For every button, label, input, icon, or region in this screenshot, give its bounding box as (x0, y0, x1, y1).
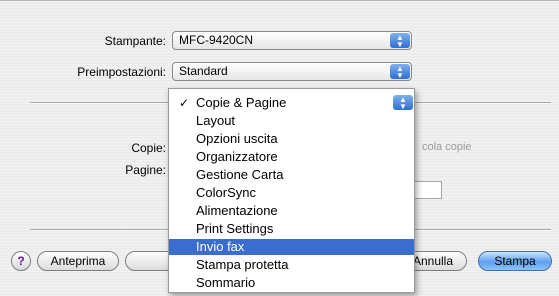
updown-arrows-icon: ▲ ▼ (390, 33, 410, 49)
menu-item-colorsync[interactable]: ColorSync (169, 185, 414, 201)
menu-item-sommario[interactable]: Sommario (169, 275, 414, 291)
menu-item-stampa-protetta[interactable]: Stampa protetta (169, 257, 414, 273)
menu-item-label: Alimentazione (196, 203, 278, 218)
menu-item-alimentazione[interactable]: Alimentazione (169, 203, 414, 219)
preview-button[interactable]: Anteprima (37, 251, 119, 271)
copies-label: Copie: (131, 141, 166, 155)
menu-item-label: Invio fax (196, 239, 245, 254)
menu-item-label: Opzioni uscita (196, 131, 278, 146)
menu-item-label: Gestione Carta (196, 167, 284, 182)
menu-item-label: Sommario (196, 275, 256, 290)
printer-label: Stampante: (104, 34, 166, 48)
updown-arrows-icon: ▲ ▼ (390, 64, 410, 80)
presets-label: Preimpostazioni: (77, 65, 166, 79)
updown-arrows-icon: ▲ ▼ (393, 95, 413, 111)
menu-item-opzioni-uscita[interactable]: Opzioni uscita (169, 131, 414, 147)
menu-item-copie-pagine[interactable]: ✓ Copie & Pagine (169, 95, 414, 111)
panel-popup-menu: ✓ Copie & Pagine Layout Opzioni uscita O… (168, 88, 415, 293)
menu-item-layout[interactable]: Layout (169, 113, 414, 129)
print-button[interactable]: Stampa (478, 251, 552, 271)
menu-item-organizzatore[interactable]: Organizzatore (169, 149, 414, 165)
separator-right (415, 102, 551, 104)
menu-item-invio-fax[interactable]: Invio fax (169, 239, 414, 255)
presets-popup[interactable]: Standard ▲ ▼ (172, 62, 412, 81)
menu-item-label: Stampa protetta (196, 257, 289, 272)
menu-item-label: Print Settings (196, 221, 274, 236)
pages-label: Pagine: (125, 163, 166, 177)
help-button[interactable]: ? (11, 251, 31, 271)
printer-popup-value: MFC-9420CN (179, 33, 254, 47)
menu-item-gestione-carta[interactable]: Gestione Carta (169, 167, 414, 183)
separator-left (30, 102, 168, 104)
menu-item-label: Organizzatore (196, 149, 278, 164)
menu-item-label: Copie & Pagine (196, 95, 287, 110)
checkmark-icon: ✓ (179, 96, 190, 110)
menu-item-label: ColorSync (196, 185, 256, 200)
menu-item-label: Layout (196, 113, 236, 128)
printer-popup[interactable]: MFC-9420CN ▲ ▼ (172, 31, 412, 50)
menu-item-print-settings[interactable]: Print Settings (169, 221, 414, 237)
collate-hint: cola copie (422, 141, 472, 153)
presets-popup-value: Standard (179, 64, 228, 78)
